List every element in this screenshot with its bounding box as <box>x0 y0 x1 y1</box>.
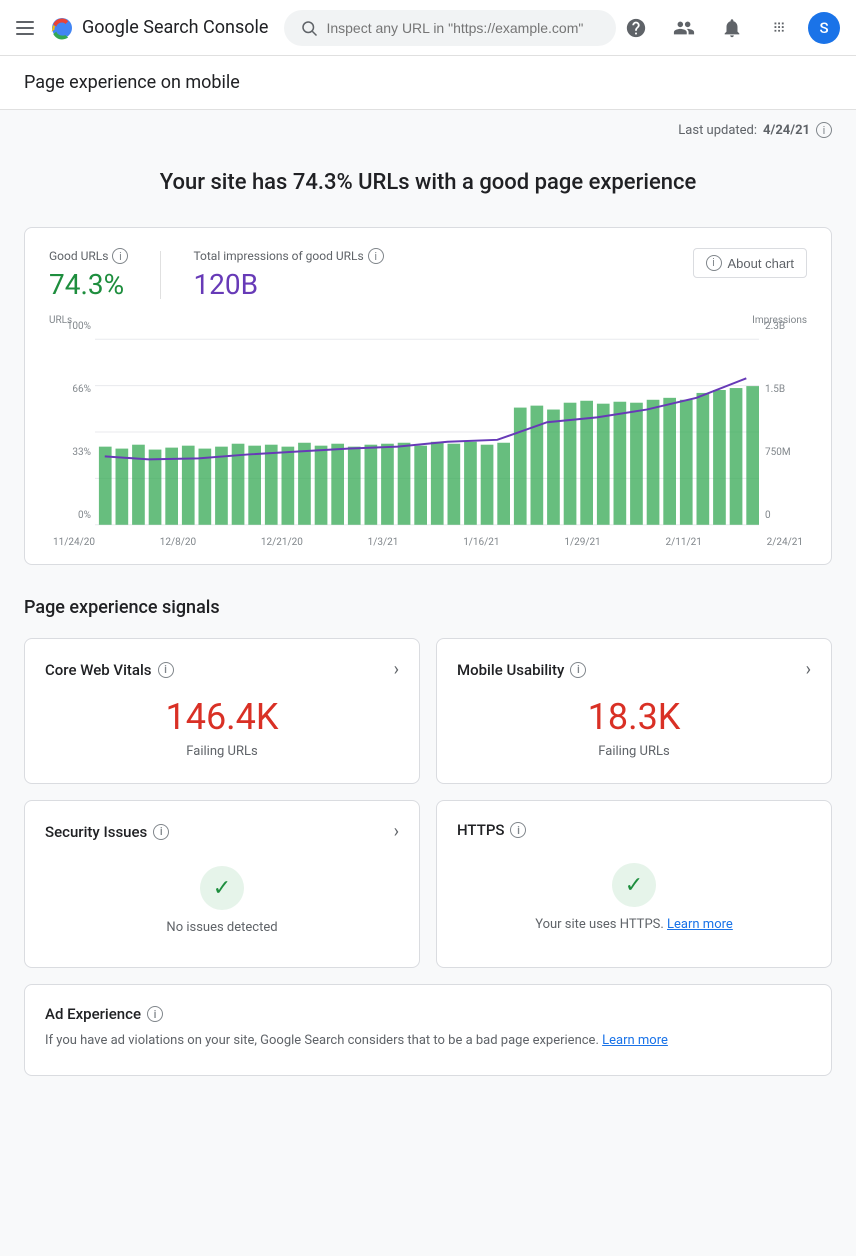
good-urls-info-icon[interactable]: i <box>112 248 128 264</box>
mobile-usability-card: Mobile Usability i › 18.3K Failing URLs <box>436 638 832 784</box>
chart-wrapper: URLs Impressions <box>49 317 807 548</box>
last-updated-info-icon[interactable]: i <box>816 122 832 138</box>
avatar[interactable]: S <box>808 12 840 44</box>
x-label-4: 1/3/21 <box>368 537 399 548</box>
mobile-usability-info-icon[interactable]: i <box>570 662 586 678</box>
impressions-info-icon[interactable]: i <box>368 248 384 264</box>
core-web-vitals-number: 146.4K <box>45 696 399 738</box>
x-label-8: 2/24/21 <box>767 537 803 548</box>
google-logo-icon <box>50 16 74 40</box>
main-content: Last updated: 4/24/21 i Your site has 74… <box>0 110 856 1116</box>
x-label-1: 11/24/20 <box>53 537 95 548</box>
y-left-100: 100% <box>49 321 91 332</box>
apps-icon[interactable] <box>760 8 800 48</box>
app-title: Google Search Console <box>82 17 268 38</box>
security-issues-arrow[interactable]: › <box>394 821 399 842</box>
security-issues-title: Security Issues i <box>45 823 169 841</box>
ad-experience-body: If you have ad violations on your site, … <box>45 1031 811 1051</box>
help-icon[interactable] <box>616 8 656 48</box>
x-axis-labels: 11/24/20 12/8/20 12/21/20 1/3/21 1/16/21… <box>49 537 807 548</box>
notifications-icon[interactable] <box>712 8 752 48</box>
core-web-vitals-header: Core Web Vitals i › <box>45 659 399 680</box>
y-right-750m: 750M <box>765 447 807 458</box>
core-web-vitals-title: Core Web Vitals i <box>45 661 174 679</box>
core-web-vitals-sub-label: Failing URLs <box>45 744 399 759</box>
mobile-usability-title: Mobile Usability i <box>457 661 586 679</box>
signals-grid: Core Web Vitals i › 146.4K Failing URLs … <box>24 638 832 968</box>
mobile-usability-header: Mobile Usability i › <box>457 659 811 680</box>
https-check-icon: ✓ <box>625 873 643 898</box>
security-issues-header: Security Issues i › <box>45 821 399 842</box>
https-card: HTTPS i ✓ Your site uses HTTPS. Learn mo… <box>436 800 832 968</box>
menu-icon[interactable] <box>16 21 34 35</box>
https-header: HTTPS i <box>457 821 811 839</box>
security-issues-check: ✓ No issues detected <box>45 858 399 943</box>
x-label-7: 2/11/21 <box>665 537 701 548</box>
ad-experience-learn-more-link[interactable]: Learn more <box>602 1033 668 1048</box>
x-label-5: 1/16/21 <box>463 537 499 548</box>
mobile-usability-arrow[interactable]: › <box>806 659 811 680</box>
good-urls-value: 74.3% <box>49 268 128 301</box>
y-left-33: 33% <box>49 447 91 458</box>
security-issues-check-circle: ✓ <box>200 866 244 910</box>
x-label-3: 12/21/20 <box>261 537 303 548</box>
security-issues-info-icon[interactable]: i <box>153 824 169 840</box>
impressions-metric: Total impressions of good URLs i 120B <box>193 248 383 301</box>
last-updated-label: Last updated: <box>678 123 757 138</box>
ad-experience-info-icon[interactable]: i <box>147 1006 163 1022</box>
y-right-0: 0 <box>765 510 807 521</box>
header-actions: S <box>616 8 840 48</box>
last-updated-date: 4/24/21 <box>763 123 810 138</box>
page-title: Page experience on mobile <box>24 72 832 93</box>
security-issues-ok-text: No issues detected <box>166 920 277 935</box>
https-title: HTTPS i <box>457 821 526 839</box>
chart-card: Good URLs i 74.3% Total impressions of g… <box>24 227 832 565</box>
x-label-2: 12/8/20 <box>160 537 196 548</box>
about-chart-button[interactable]: i About chart <box>693 248 808 278</box>
good-urls-label: Good URLs i <box>49 248 128 264</box>
mobile-usability-sub-label: Failing URLs <box>457 744 811 759</box>
impressions-label: Total impressions of good URLs i <box>193 248 383 264</box>
signals-title: Page experience signals <box>24 597 832 618</box>
last-updated: Last updated: 4/24/21 i <box>24 110 832 146</box>
core-web-vitals-info-icon[interactable]: i <box>158 662 174 678</box>
y-right-2.3b: 2.3B <box>765 321 807 332</box>
app-header: Google Search Console S <box>0 0 856 56</box>
https-check: ✓ Your site uses HTTPS. Learn more <box>457 855 811 940</box>
y-left-66: 66% <box>49 384 91 395</box>
y-right-1.5b: 1.5B <box>765 384 807 395</box>
app-logo: Google Search Console <box>50 16 268 40</box>
about-chart-info-icon: i <box>706 255 722 271</box>
ad-experience-section: Ad Experience i If you have ad violation… <box>24 984 832 1076</box>
chart-svg <box>95 337 759 527</box>
metric-divider <box>160 251 161 299</box>
mobile-usability-number: 18.3K <box>457 696 811 738</box>
https-learn-more-link[interactable]: Learn more <box>667 917 733 932</box>
search-icon <box>300 19 318 37</box>
core-web-vitals-card: Core Web Vitals i › 146.4K Failing URLs <box>24 638 420 784</box>
chart-metrics: Good URLs i 74.3% Total impressions of g… <box>49 248 807 301</box>
y-left-0: 0% <box>49 510 91 521</box>
hero-headline: Your site has 74.3% URLs with a good pag… <box>24 146 832 227</box>
x-label-6: 1/29/21 <box>564 537 600 548</box>
good-urls-metric: Good URLs i 74.3% <box>49 248 128 301</box>
https-check-circle: ✓ <box>612 863 656 907</box>
https-ok-text: Your site uses HTTPS. Learn more <box>535 917 733 932</box>
impressions-value: 120B <box>193 268 383 301</box>
user-management-icon[interactable] <box>664 8 704 48</box>
core-web-vitals-arrow[interactable]: › <box>394 659 399 680</box>
security-issues-card: Security Issues i › ✓ No issues detected <box>24 800 420 968</box>
search-bar[interactable] <box>284 10 616 46</box>
url-search-input[interactable] <box>326 20 600 36</box>
page-title-bar: Page experience on mobile <box>0 56 856 110</box>
https-info-icon[interactable]: i <box>510 822 526 838</box>
ad-experience-title: Ad Experience i <box>45 1005 811 1023</box>
security-issues-check-icon: ✓ <box>213 876 231 901</box>
ad-experience-card: Ad Experience i If you have ad violation… <box>24 984 832 1076</box>
signals-section: Page experience signals Core Web Vitals … <box>24 597 832 1076</box>
